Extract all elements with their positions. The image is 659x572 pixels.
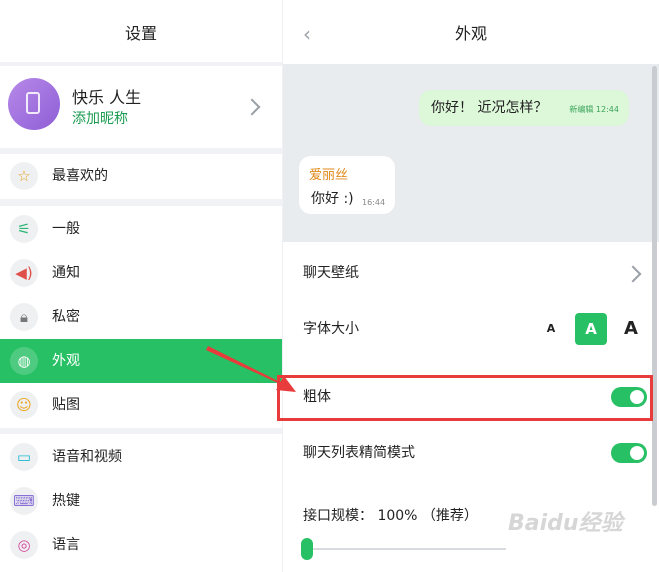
message-text: 你好！ 近况怎样？ bbox=[431, 100, 548, 116]
sidebar-item-label: 贴图 bbox=[52, 397, 80, 413]
sidebar-item-label: 热键 bbox=[52, 493, 80, 509]
sidebar-item-language[interactable]: ◎ 语言 bbox=[0, 523, 282, 567]
appearance-panel: 外观 ‹ 你好！ 近况怎样？ 新编辑 12:44 爱丽丝 你好 :) 16:44… bbox=[283, 0, 659, 572]
font-size-medium-button[interactable]: A bbox=[575, 313, 607, 345]
profile-name: 快乐 人生 bbox=[72, 88, 142, 107]
sidebar-item-hotkeys[interactable]: ⌨ 热键 bbox=[0, 479, 282, 523]
sender-name: 爱丽丝 bbox=[309, 168, 349, 183]
annotation-arrow bbox=[206, 346, 296, 392]
sidebar-item-favorites[interactable]: ☆ 最喜欢的 bbox=[0, 154, 282, 198]
sidebar-item-label: 通知 bbox=[52, 265, 80, 281]
watermark: Baidu经验 bbox=[508, 511, 623, 536]
compact-mode-row: 聊天列表精简模式 bbox=[283, 431, 659, 475]
scale-slider-thumb[interactable] bbox=[301, 538, 313, 560]
smiley-icon: ☺ bbox=[10, 391, 38, 419]
chevron-right-icon bbox=[624, 265, 642, 283]
chat-preview: 你好！ 近况怎样？ 新编辑 12:44 爱丽丝 你好 :) 16:44 bbox=[283, 64, 659, 242]
panel-title: 外观 bbox=[283, 0, 659, 62]
sidebar-title: 设置 bbox=[0, 0, 282, 62]
chat-wallpaper-row[interactable]: 聊天壁纸 bbox=[283, 251, 659, 295]
outgoing-message: 你好！ 近况怎样？ 新编辑 12:44 bbox=[419, 90, 629, 126]
sidebar-item-label: 语言 bbox=[52, 537, 80, 553]
speaker-icon: ◀) bbox=[10, 259, 38, 287]
message-meta: 新编辑 12:44 bbox=[569, 105, 619, 114]
sidebar-item-privacy[interactable]: 🔒︎ 私密 bbox=[0, 295, 282, 339]
sidebar-item-general[interactable]: ⚟ 一般 bbox=[0, 207, 282, 251]
sidebar-item-voice-video[interactable]: ▭ 语音和视频 bbox=[0, 435, 282, 479]
row-label: 字体大小 bbox=[303, 321, 359, 337]
star-icon: ☆ bbox=[10, 162, 38, 190]
avatar-icon bbox=[26, 92, 40, 114]
sidebar-item-label: 语音和视频 bbox=[52, 449, 122, 465]
sidebar-item-label: 最喜欢的 bbox=[52, 168, 108, 184]
chevron-right-icon bbox=[243, 98, 261, 116]
message-text: 你好 :) bbox=[311, 191, 354, 207]
compact-mode-toggle[interactable] bbox=[611, 443, 647, 463]
scale-slider-track[interactable] bbox=[306, 548, 506, 550]
sidebar-item-label: 一般 bbox=[52, 221, 80, 237]
globe-icon: ◎ bbox=[10, 531, 38, 559]
toggle-knob bbox=[630, 446, 644, 460]
font-size-row: 字体大小 A A A bbox=[283, 307, 659, 351]
font-size-large-button[interactable]: A bbox=[615, 313, 647, 345]
avatar[interactable] bbox=[8, 78, 60, 130]
incoming-message: 爱丽丝 你好 :) 16:44 bbox=[299, 156, 395, 214]
sidebar-item-notifications[interactable]: ◀) 通知 bbox=[0, 251, 282, 295]
font-size-small-button[interactable]: A bbox=[535, 313, 567, 345]
highlight-box bbox=[277, 375, 653, 421]
palette-icon: ◍ bbox=[10, 347, 38, 375]
settings-sidebar: 设置 快乐 人生 添加昵称 ☆ 最喜欢的 ⚟ 一般 ◀) 通知 🔒︎ 私密 ◍ … bbox=[0, 0, 282, 572]
row-label: 接口规模： 100% （推荐） bbox=[303, 508, 478, 524]
add-nickname-link[interactable]: 添加昵称 bbox=[72, 108, 128, 128]
favorites-group: ☆ 最喜欢的 bbox=[0, 154, 282, 199]
video-icon: ▭ bbox=[10, 443, 38, 471]
keyboard-icon: ⌨ bbox=[10, 487, 38, 515]
row-label: 聊天列表精简模式 bbox=[303, 445, 415, 461]
sidebar-item-label: 私密 bbox=[52, 309, 80, 325]
sliders-icon: ⚟ bbox=[10, 215, 38, 243]
back-arrow-icon[interactable]: ‹ bbox=[303, 22, 311, 46]
sidebar-item-label: 外观 bbox=[52, 353, 80, 369]
lock-icon: 🔒︎ bbox=[10, 303, 38, 331]
scrollbar[interactable] bbox=[652, 66, 657, 506]
media-group: ▭ 语音和视频 ⌨ 热键 ◎ 语言 bbox=[0, 434, 282, 572]
profile-card[interactable]: 快乐 人生 添加昵称 bbox=[0, 66, 282, 148]
row-label: 聊天壁纸 bbox=[303, 265, 359, 281]
message-time: 16:44 bbox=[362, 198, 386, 207]
